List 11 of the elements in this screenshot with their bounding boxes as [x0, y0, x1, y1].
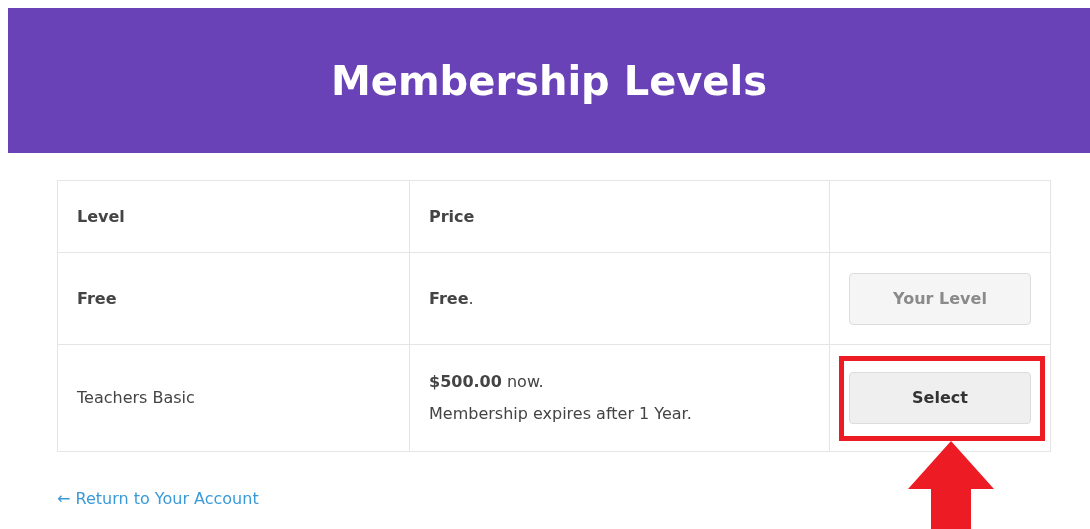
page-title: Membership Levels	[331, 56, 767, 106]
return-link[interactable]: ← Return to Your Account	[57, 489, 259, 508]
column-header: Price	[429, 206, 475, 226]
price-text: Free.	[429, 287, 475, 310]
column-header: Level	[77, 206, 125, 226]
level-name: Teachers Basic	[77, 388, 195, 407]
price-text: $500.00 now.	[429, 371, 545, 393]
select-button[interactable]: Select	[849, 372, 1031, 424]
expiry-note: Membership expires after 1 Year.	[429, 403, 693, 425]
arrow-icon	[908, 441, 994, 529]
level-name: Free	[77, 288, 117, 308]
